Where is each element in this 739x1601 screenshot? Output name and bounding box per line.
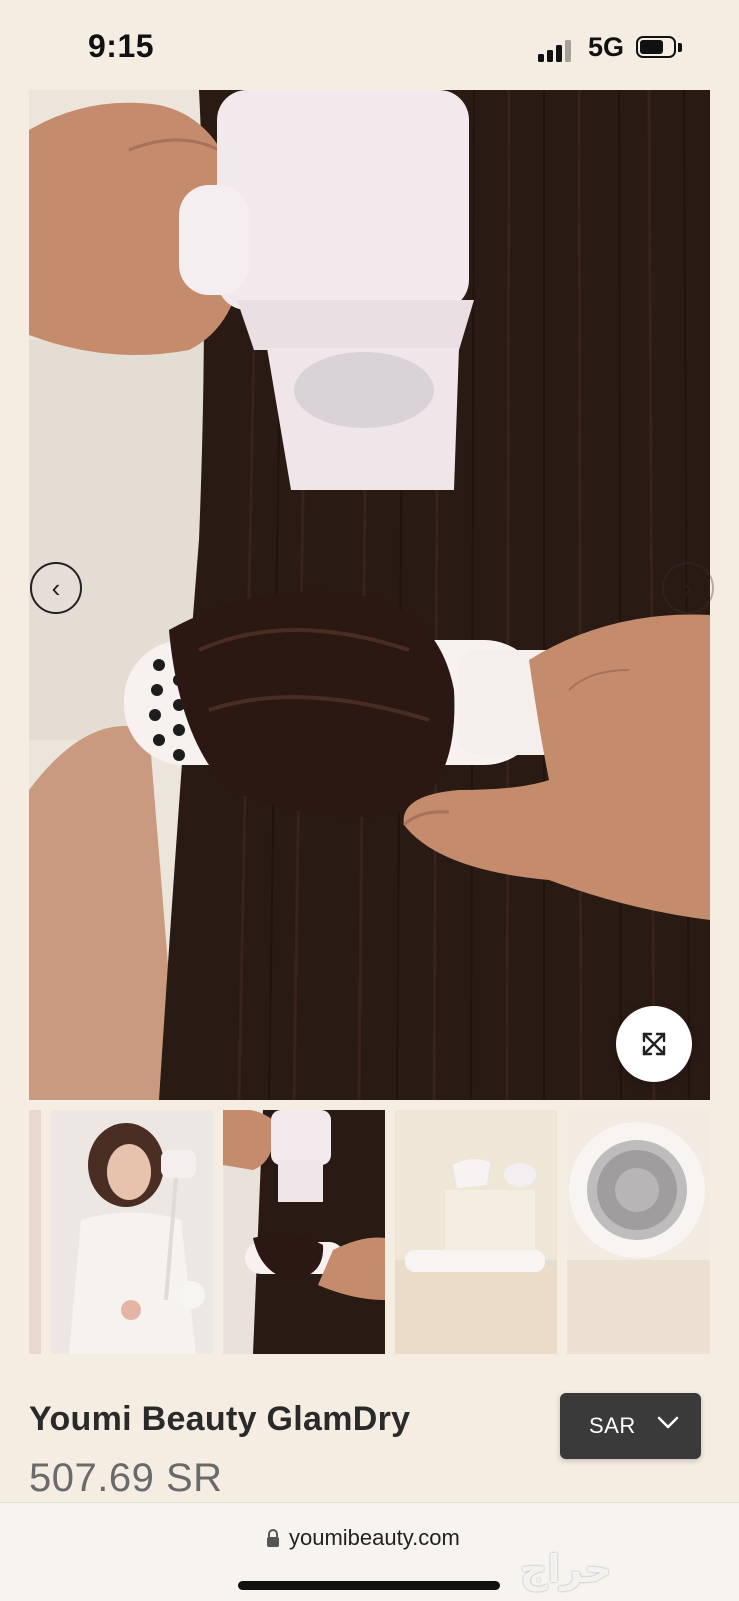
expand-image-button[interactable] [616, 1006, 692, 1082]
thumbnail-1[interactable] [51, 1110, 213, 1354]
chevron-down-icon [657, 1416, 679, 1429]
battery-icon [636, 36, 682, 60]
product-title: Youmi Beauty GlamDry [29, 1400, 411, 1438]
browser-url-bar[interactable]: youmibeauty.com حراج [0, 1502, 739, 1601]
haraj-watermark: حراج [520, 1547, 612, 1591]
chevron-right-icon: › [683, 572, 693, 603]
gallery-next-button[interactable]: › [662, 562, 714, 614]
home-indicator [238, 1581, 500, 1590]
thumbnail-3[interactable] [395, 1110, 557, 1354]
status-time: 9:15 [88, 28, 155, 64]
thumbnail-4[interactable] [567, 1110, 710, 1354]
gallery-prev-button[interactable]: ‹ [30, 562, 82, 614]
url-text[interactable]: youmibeauty.com [289, 1525, 460, 1551]
product-hero-image[interactable] [29, 90, 710, 1100]
product-price: 507.69 SR [29, 1456, 223, 1500]
chevron-left-icon: ‹ [51, 572, 61, 603]
signal-icon [538, 38, 578, 62]
lock-icon [267, 1529, 279, 1547]
currency-label: SAR [589, 1413, 636, 1438]
currency-selector[interactable]: SAR [560, 1393, 701, 1459]
network-type: 5G [588, 32, 625, 62]
thumbnail-2[interactable] [223, 1110, 385, 1354]
expand-icon [642, 1032, 666, 1056]
status-bar: 9:15 5G [0, 0, 739, 90]
thumbnail-partial[interactable] [29, 1110, 41, 1354]
thumbnail-strip [29, 1110, 710, 1354]
